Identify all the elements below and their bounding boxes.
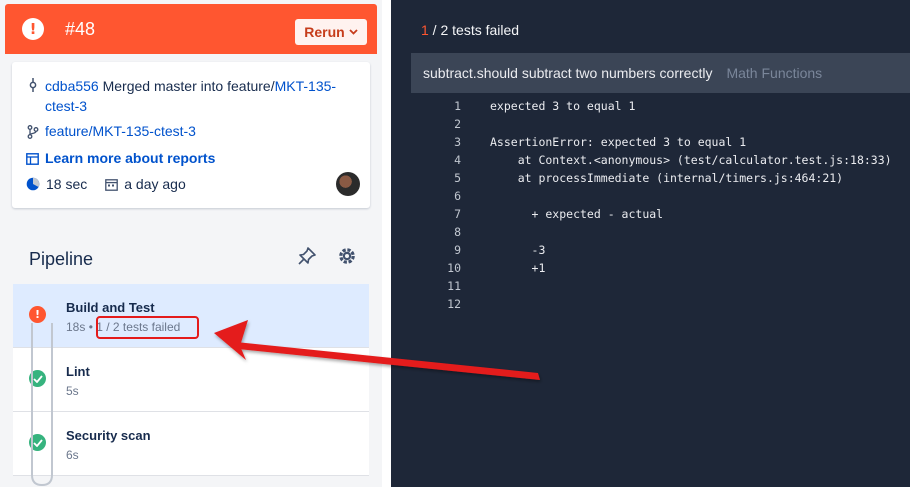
line-text: -3 (490, 243, 546, 257)
line-number: 10 (447, 261, 461, 275)
report-icon (26, 152, 39, 166)
failed-count: 1 (421, 22, 429, 38)
build-meta: 18 sec a day ago (26, 176, 204, 192)
commit-message: Merged master into feature/ (102, 78, 275, 94)
summary-text: / 2 tests failed (428, 22, 520, 38)
duration: 18 sec (26, 176, 87, 192)
log-line: 12 (431, 295, 892, 313)
step-name: Lint (66, 364, 90, 379)
log-line: 3 AssertionError: expected 3 to equal 1 (431, 133, 892, 151)
line-number: 2 (454, 117, 461, 131)
gear-icon[interactable] (337, 246, 357, 266)
log-line: 7 + expected - actual (431, 205, 892, 223)
log-line: 4 at Context.<anonymous> (test/calculato… (431, 151, 892, 169)
step-name: Security scan (66, 428, 151, 443)
log-line: 8 (431, 223, 892, 241)
line-number: 7 (454, 207, 461, 221)
line-number: 3 (454, 135, 461, 149)
learn-more-link[interactable]: Learn more about reports (45, 150, 215, 166)
line-number: 4 (454, 153, 461, 167)
commit-hash-link[interactable]: cdba556 (45, 78, 99, 94)
build-number: #48 (65, 19, 96, 39)
pipeline-connector (31, 323, 53, 487)
step-duration: 5s (66, 384, 79, 398)
chevron-down-icon (349, 29, 358, 35)
log-line: 10 +1 (431, 259, 892, 277)
pipeline-title: Pipeline (29, 249, 94, 269)
commit-text: cdba556 Merged master into feature/MKT-1… (45, 76, 355, 116)
line-text: expected 3 to equal 1 (490, 99, 636, 113)
log-line: 9 -3 (431, 241, 892, 259)
build-info-card: cdba556 Merged master into feature/MKT-1… (12, 62, 370, 208)
step-duration: 18s (66, 320, 86, 334)
calendar-icon (105, 178, 119, 191)
clock-icon (26, 177, 40, 191)
avatar[interactable] (336, 172, 360, 196)
line-text: +1 (490, 261, 546, 275)
duration-value: 18 sec (46, 176, 88, 192)
branch-link[interactable]: feature/MKT-135-ctest-3 (45, 123, 196, 139)
rerun-label: Rerun (304, 24, 345, 40)
pipeline-actions (297, 246, 357, 266)
pin-icon[interactable] (297, 246, 317, 266)
line-text: at Context.<anonymous> (test/calculator.… (490, 153, 892, 167)
line-number: 5 (454, 171, 461, 185)
commit-branch-link-tail[interactable]: ctest-3 (45, 98, 87, 114)
failed-test-header[interactable]: subtract.should subtract two numbers cor… (411, 53, 910, 93)
reports-row: Learn more about reports (26, 150, 215, 166)
left-panel: ! #48 Rerun cdba556 Merged master into f… (0, 0, 382, 487)
log-line: 5 at processImmediate (internal/timers.j… (431, 169, 892, 187)
line-number: 6 (454, 189, 461, 203)
annotation-highlight-box (96, 316, 199, 339)
log-line: 11 (431, 277, 892, 295)
suite-name: Math Functions (726, 65, 823, 81)
log-line: 6 (431, 187, 892, 205)
pipeline-panel: Pipeline ! Build and Test 18s • 1 / 2 te… (5, 230, 377, 487)
test-results-panel: 1 / 2 tests failed subtract.should subtr… (391, 0, 910, 487)
error-icon: ! (22, 18, 44, 40)
line-number: 11 (447, 279, 461, 293)
step-duration: 6s (66, 448, 79, 462)
line-number: 12 (447, 297, 461, 311)
test-log: 1 expected 3 to equal 1 2 3 AssertionError… (431, 97, 892, 313)
build-header: ! #48 Rerun (5, 4, 377, 54)
rerun-button[interactable]: Rerun (295, 19, 367, 45)
pipeline-step-security-scan[interactable]: Security scan 6s (13, 412, 369, 476)
line-text: at processImmediate (internal/timers.js:… (490, 171, 844, 185)
log-line: 2 (431, 115, 892, 133)
timestamp-value: a day ago (124, 176, 186, 192)
line-text: AssertionError: expected 3 to equal 1 (490, 135, 747, 149)
commit-branch-link[interactable]: MKT-135- (275, 78, 336, 94)
pipeline-step-lint[interactable]: Lint 5s (13, 348, 369, 412)
line-text: + expected - actual (490, 207, 664, 221)
log-line: 1 expected 3 to equal 1 (431, 97, 892, 115)
line-number: 9 (454, 243, 461, 257)
branch-row: feature/MKT-135-ctest-3 (26, 123, 196, 139)
step-name: Build and Test (66, 300, 155, 315)
timestamp: a day ago (105, 176, 186, 192)
line-number: 1 (454, 99, 461, 113)
test-name: subtract.should subtract two numbers cor… (423, 65, 713, 81)
step-separator: • (88, 320, 93, 334)
commit-row: cdba556 Merged master into feature/MKT-1… (26, 76, 355, 116)
line-number: 8 (454, 225, 461, 239)
test-summary: 1 / 2 tests failed (421, 22, 519, 38)
commit-icon (26, 78, 39, 92)
branch-icon (26, 125, 39, 139)
